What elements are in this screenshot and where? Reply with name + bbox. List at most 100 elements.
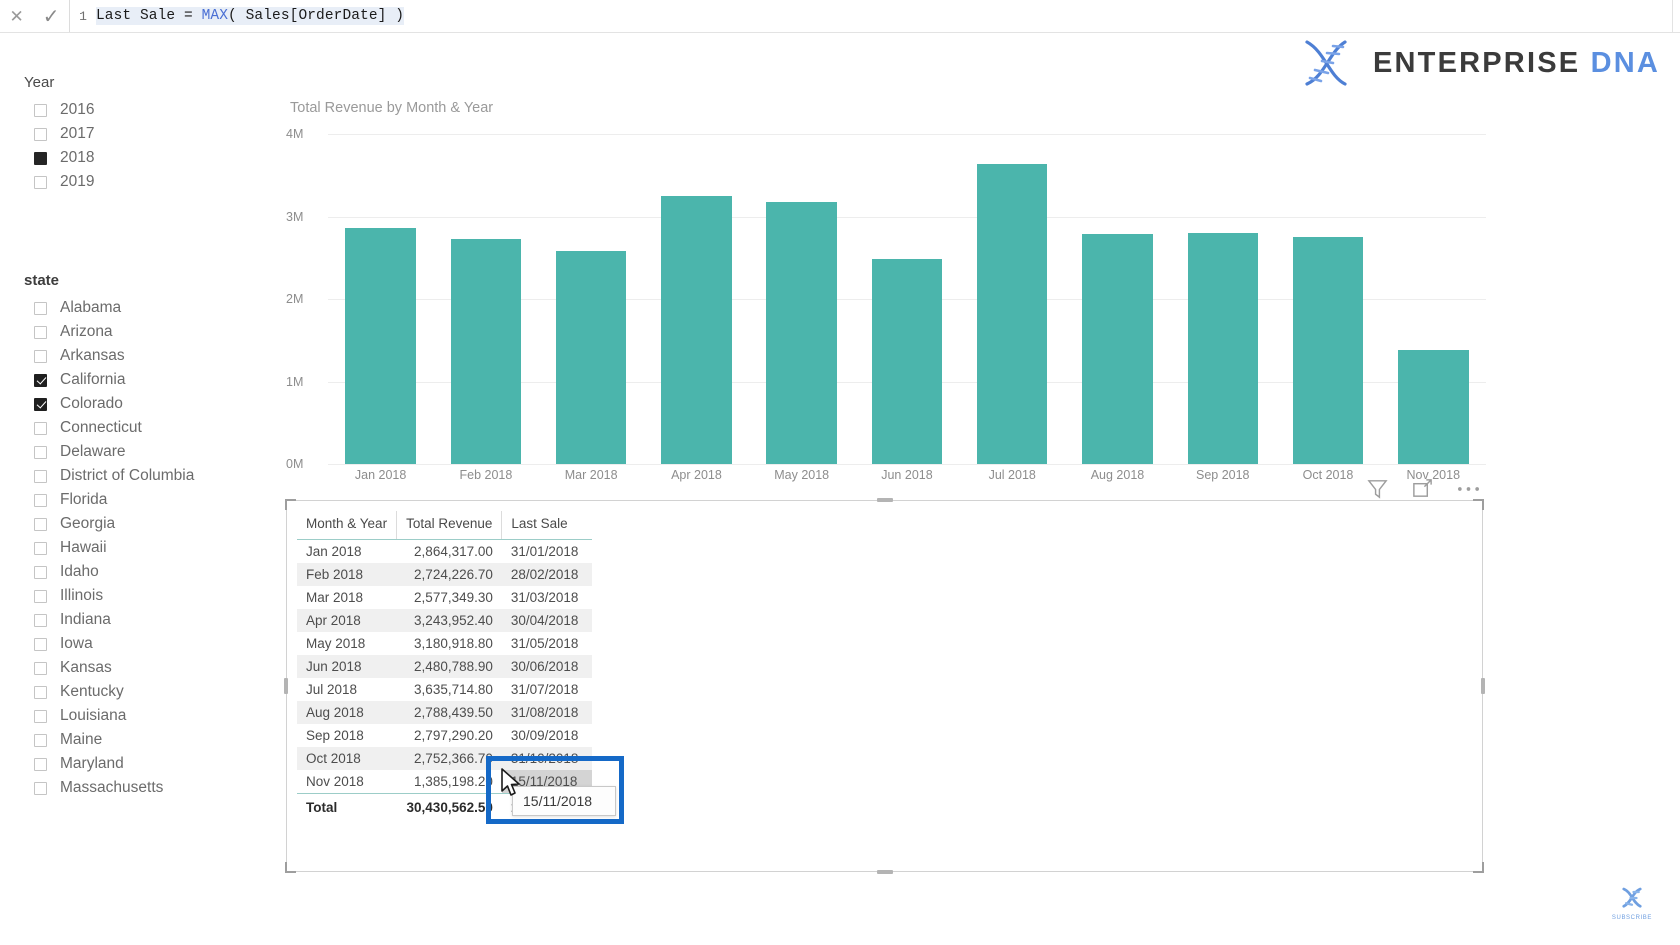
- bar-column[interactable]: [1381, 134, 1486, 464]
- cell-total-revenue[interactable]: 3,243,952.40: [396, 609, 502, 632]
- slicer-state-item-arkansas[interactable]: Arkansas: [24, 344, 194, 368]
- table-row[interactable]: Jul 2018 3,635,714.80 31/07/2018: [297, 678, 592, 701]
- chart-bar[interactable]: [555, 251, 627, 464]
- cell-total-revenue[interactable]: 3,180,918.80: [397, 632, 502, 655]
- slicer-state-item-idaho[interactable]: Idaho: [24, 560, 194, 584]
- slicer-state-item-hawaii[interactable]: Hawaii: [24, 536, 194, 560]
- cell-last-sale[interactable]: 28/02/2018: [501, 563, 592, 586]
- resize-handle-right[interactable]: [1481, 678, 1485, 694]
- checkbox-icon[interactable]: [34, 127, 47, 141]
- chart-bar[interactable]: [661, 196, 732, 464]
- checkbox-icon[interactable]: [34, 397, 47, 411]
- resize-handle-bottom-left[interactable]: [285, 862, 296, 873]
- focus-mode-icon[interactable]: [1411, 477, 1434, 500]
- slicer-state-item-maine[interactable]: Maine: [24, 728, 194, 752]
- cell-last-sale[interactable]: 31/03/2018: [502, 586, 592, 609]
- chart-bar[interactable]: [1292, 236, 1364, 464]
- table-row[interactable]: Aug 2018 2,788,439.50 31/08/2018: [297, 701, 592, 724]
- cell-month-year[interactable]: Feb 2018: [297, 563, 397, 586]
- resize-handle-top[interactable]: [876, 498, 893, 502]
- slicer-state-item-connecticut[interactable]: Connecticut: [24, 416, 194, 440]
- table-column-header[interactable]: Last Sale: [501, 511, 592, 540]
- slicer-year-item-2018[interactable]: 2018: [24, 146, 94, 170]
- checkbox-icon[interactable]: [34, 637, 47, 651]
- resize-handle-left[interactable]: [284, 678, 288, 694]
- resize-handle-bottom[interactable]: [876, 870, 893, 874]
- checkbox-icon[interactable]: [34, 541, 47, 555]
- cell-month-year[interactable]: Oct 2018: [297, 747, 397, 770]
- formula-input[interactable]: Last Sale = MAX( Sales[OrderDate] ): [96, 0, 1680, 32]
- checkbox-icon[interactable]: [34, 421, 47, 435]
- cell-month-year[interactable]: Mar 2018: [297, 586, 397, 609]
- chart-bar[interactable]: [976, 164, 1048, 464]
- cell-last-sale[interactable]: 30/04/2018: [501, 609, 592, 632]
- table-visual[interactable]: Month & Year Total Revenue Last Sale Jan 2…: [284, 498, 1485, 874]
- bar-column[interactable]: [328, 134, 433, 464]
- resize-handle-top-left[interactable]: [285, 499, 296, 510]
- cell-last-sale[interactable]: 31/01/2018: [502, 540, 592, 564]
- bar-column[interactable]: [539, 134, 644, 464]
- table-row[interactable]: Sep 2018 2,797,290.20 30/09/2018: [297, 724, 592, 747]
- bar-column[interactable]: [644, 134, 749, 464]
- checkbox-icon[interactable]: [34, 349, 47, 363]
- chart-bar[interactable]: [345, 227, 416, 464]
- table-row[interactable]: Mar 2018 2,577,349.30 31/03/2018: [297, 586, 592, 609]
- slicer-state-item-colorado[interactable]: Colorado: [24, 392, 194, 416]
- slicer-state-item-delaware[interactable]: Delaware: [24, 440, 194, 464]
- checkbox-icon[interactable]: [34, 493, 47, 507]
- cell-total-revenue[interactable]: 2,577,349.30: [397, 586, 502, 609]
- cell-last-sale[interactable]: 30/06/2018: [501, 655, 592, 678]
- table-column-header[interactable]: Total Revenue: [396, 511, 503, 540]
- slicer-state-item-arizona[interactable]: Arizona: [24, 320, 194, 344]
- cell-total-revenue[interactable]: 3,635,714.80: [397, 678, 502, 701]
- slicer-state-item-florida[interactable]: Florida: [24, 488, 194, 512]
- checkbox-icon[interactable]: [34, 469, 47, 483]
- bar-column[interactable]: [1275, 134, 1380, 464]
- checkmark-icon[interactable]: ✓: [43, 4, 60, 29]
- checkbox-icon[interactable]: [34, 685, 47, 699]
- cell-month-year[interactable]: Jan 2018: [297, 540, 397, 564]
- close-icon[interactable]: ✕: [9, 8, 23, 25]
- slicer-state-item-georgia[interactable]: Georgia: [24, 512, 194, 536]
- table-row[interactable]: Apr 2018 3,243,952.40 30/04/2018: [297, 609, 592, 632]
- slicer-state-item-district-of-columbia[interactable]: District of Columbia: [24, 464, 194, 488]
- chart-bar[interactable]: [871, 259, 943, 464]
- cell-last-sale[interactable]: 31/08/2018: [501, 701, 592, 724]
- bar-column[interactable]: [960, 134, 1065, 464]
- checkbox-icon[interactable]: [34, 301, 47, 315]
- checkbox-icon[interactable]: [34, 613, 47, 627]
- cell-last-sale[interactable]: 31/07/2018: [502, 678, 592, 701]
- cell-month-year[interactable]: Jul 2018: [297, 678, 397, 701]
- slicer-year-item-2016[interactable]: 2016: [24, 98, 94, 122]
- chart-bar[interactable]: [1398, 349, 1469, 464]
- more-options-icon[interactable]: [1456, 484, 1481, 494]
- slicer-state-item-kentucky[interactable]: Kentucky: [24, 680, 194, 704]
- cell-total-revenue[interactable]: 2,788,439.50: [396, 701, 502, 724]
- chart-bar[interactable]: [1187, 233, 1259, 464]
- cell-last-sale[interactable]: 31/05/2018: [502, 632, 592, 655]
- bar-column[interactable]: [749, 134, 854, 464]
- cell-total-revenue[interactable]: 2,480,788.90: [396, 655, 502, 678]
- checkbox-icon[interactable]: [34, 175, 47, 189]
- table-row[interactable]: Jan 2018 2,864,317.00 31/01/2018: [297, 540, 592, 564]
- checkbox-icon[interactable]: [34, 151, 47, 165]
- bar-column[interactable]: [433, 134, 538, 464]
- checkbox-icon[interactable]: [34, 103, 47, 117]
- slicer-state-item-louisiana[interactable]: Louisiana: [24, 704, 194, 728]
- table-row[interactable]: May 2018 3,180,918.80 31/05/2018: [297, 632, 592, 655]
- checkbox-icon[interactable]: [34, 565, 47, 579]
- checkbox-icon[interactable]: [34, 373, 47, 387]
- bar-column[interactable]: [1170, 134, 1275, 464]
- chart-bar[interactable]: [766, 201, 837, 464]
- bar-column[interactable]: [1065, 134, 1170, 464]
- column-chart-visual[interactable]: Total Revenue by Month & Year 0M 1M 2M 3M 4M…: [286, 100, 1486, 499]
- checkbox-icon[interactable]: [34, 781, 47, 795]
- cell-month-year[interactable]: Sep 2018: [297, 724, 397, 747]
- checkbox-icon[interactable]: [34, 517, 47, 531]
- table-row[interactable]: Jun 2018 2,480,788.90 30/06/2018: [297, 655, 592, 678]
- slicer-state-item-maryland[interactable]: Maryland: [24, 752, 194, 776]
- slicer-state-item-illinois[interactable]: Illinois: [24, 584, 194, 608]
- slicer-state-item-alabama[interactable]: Alabama: [24, 296, 194, 320]
- cell-total-revenue[interactable]: 2,864,317.00: [397, 540, 502, 564]
- checkbox-icon[interactable]: [34, 445, 47, 459]
